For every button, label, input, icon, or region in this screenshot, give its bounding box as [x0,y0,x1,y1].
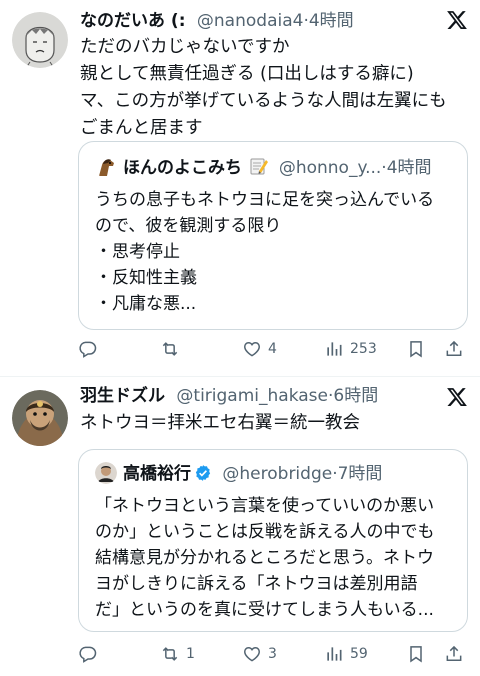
share-button[interactable] [444,639,464,669]
quoted-display-name[interactable]: 高橋裕行 [123,464,191,484]
reply-button[interactable] [78,639,104,669]
reply-button[interactable] [78,334,104,364]
retweet-button[interactable] [160,334,186,364]
post-header: 羽生ドズル @tirigami_hakase·6時間 [80,383,436,409]
quoted-line: ヨがしきりに訴える「ネトウヨは差別用語 [95,574,418,594]
post-text: ただのバカじゃないですか 親として無責任過ぎる (口出しはする癖に) マ、この方… [80,34,464,142]
memo-emoji-icon [249,156,269,176]
quoted-post-text: うちの息子もネトウヨに足を突っ込んでいる ので、彼を観測する限り ・思考停止 ・… [95,187,457,317]
views-button[interactable]: 253 [324,334,377,364]
retweet-icon [162,647,178,661]
retweet-count: 1 [186,646,195,662]
post-line: ネトウヨ＝拝米エセ右翼＝統一教会 [80,413,360,433]
verified-icon [194,464,212,482]
views-icon [327,647,342,661]
retweet-button[interactable]: 1 [160,639,195,669]
quoted-post[interactable]: 高橋裕行 @herobridge·7時間 「ネトウヨという言葉を使っていいのか悪… [78,449,468,632]
like-icon [244,646,260,662]
post-line: ごまんと居ます [80,118,203,138]
share-icon [446,340,462,356]
quoted-line: 「ネトウヨという言葉を使っていいのか悪い [95,496,435,516]
quoted-display-name[interactable]: ほんのよこみち [123,158,242,178]
quoted-post-header: ほんのよこみち @honno_y...·4時間 [95,156,455,180]
post-line: マ、この方が挙げているような人間は左翼にも [80,91,447,111]
avatar[interactable] [12,12,68,68]
quoted-line: ・思考停止 [95,242,180,262]
quoted-post-header: 高橋裕行 @herobridge·7時間 [95,462,455,486]
retweet-icon [162,342,178,356]
bookmark-button[interactable] [406,334,426,364]
quoted-post-time[interactable]: ·4時間 [381,158,431,178]
quoted-user-handle[interactable]: @honno_y... [279,158,381,178]
quoted-post-text: 「ネトウヨという言葉を使っていいのか悪い のか」ということは反戦を訴える人の中で… [95,493,457,623]
post-2[interactable]: 羽生ドズル @tirigami_hakase·6時間 ネトウヨ＝拝米エセ右翼＝統… [0,377,480,676]
like-icon [244,341,260,357]
action-bar: 1 3 59 [78,639,468,669]
like-count: 3 [268,646,277,662]
action-bar: 4 253 [78,334,468,364]
quoted-line: ・反知性主義 [95,268,197,288]
views-count: 59 [350,646,368,662]
reply-icon [79,646,97,663]
post-text: ネトウヨ＝拝米エセ右翼＝統一教会 [80,410,464,437]
post-line: ただのバカじゃないですか [80,37,290,57]
post-line: 親として無責任過ぎる (口出しはする癖に) [80,64,414,84]
quoted-post[interactable]: ほんのよこみち @honno_y...·4時間 うちの息子もネトウヨに足を突っ込… [78,141,468,330]
quoted-line: 結構意見が分かれるところだと思う。ネトウ [95,548,434,568]
share-button[interactable] [444,334,464,364]
post-1[interactable]: なのだいあ (: @nanodaia4·4時間 ただのバカじゃないですか 親とし… [0,0,480,376]
reply-icon [79,341,97,358]
quoted-line: だ」というのを真に受けてしまう人もいる... [95,600,434,620]
quoted-post-time[interactable]: ·7時間 [332,464,382,484]
x-logo-icon [446,9,468,31]
like-button[interactable]: 3 [242,639,277,669]
bookmark-icon [410,646,422,663]
views-count: 253 [350,341,377,357]
horse-emoji-icon [95,156,117,178]
user-handle[interactable]: @tirigami_hakase [176,386,328,406]
post-time[interactable]: ·6時間 [328,386,378,406]
quoted-line: ので、彼を観測する限り [95,216,282,236]
quoted-line: ・凡庸な悪... [95,294,197,314]
user-handle[interactable]: @nanodaia4 [197,11,304,31]
views-button[interactable]: 59 [324,639,368,669]
like-button[interactable]: 4 [242,334,277,364]
quoted-user-handle[interactable]: @herobridge [222,464,332,484]
like-count: 4 [268,341,277,357]
x-logo-icon [446,386,468,408]
avatar [95,462,117,484]
display-name[interactable]: なのだいあ (: [80,11,186,31]
bookmark-button[interactable] [406,639,426,669]
post-time[interactable]: ·4時間 [303,11,353,31]
bookmark-icon [410,341,422,358]
avatar[interactable] [12,390,68,446]
views-icon [327,342,342,356]
quoted-line: のか」ということは反戦を訴える人の中でも [95,522,435,542]
share-icon [446,645,462,661]
quoted-line: うちの息子もネトウヨに足を突っ込んでいる [95,190,435,210]
post-header: なのだいあ (: @nanodaia4·4時間 [80,8,436,34]
display-name[interactable]: 羽生ドズル [80,386,165,406]
